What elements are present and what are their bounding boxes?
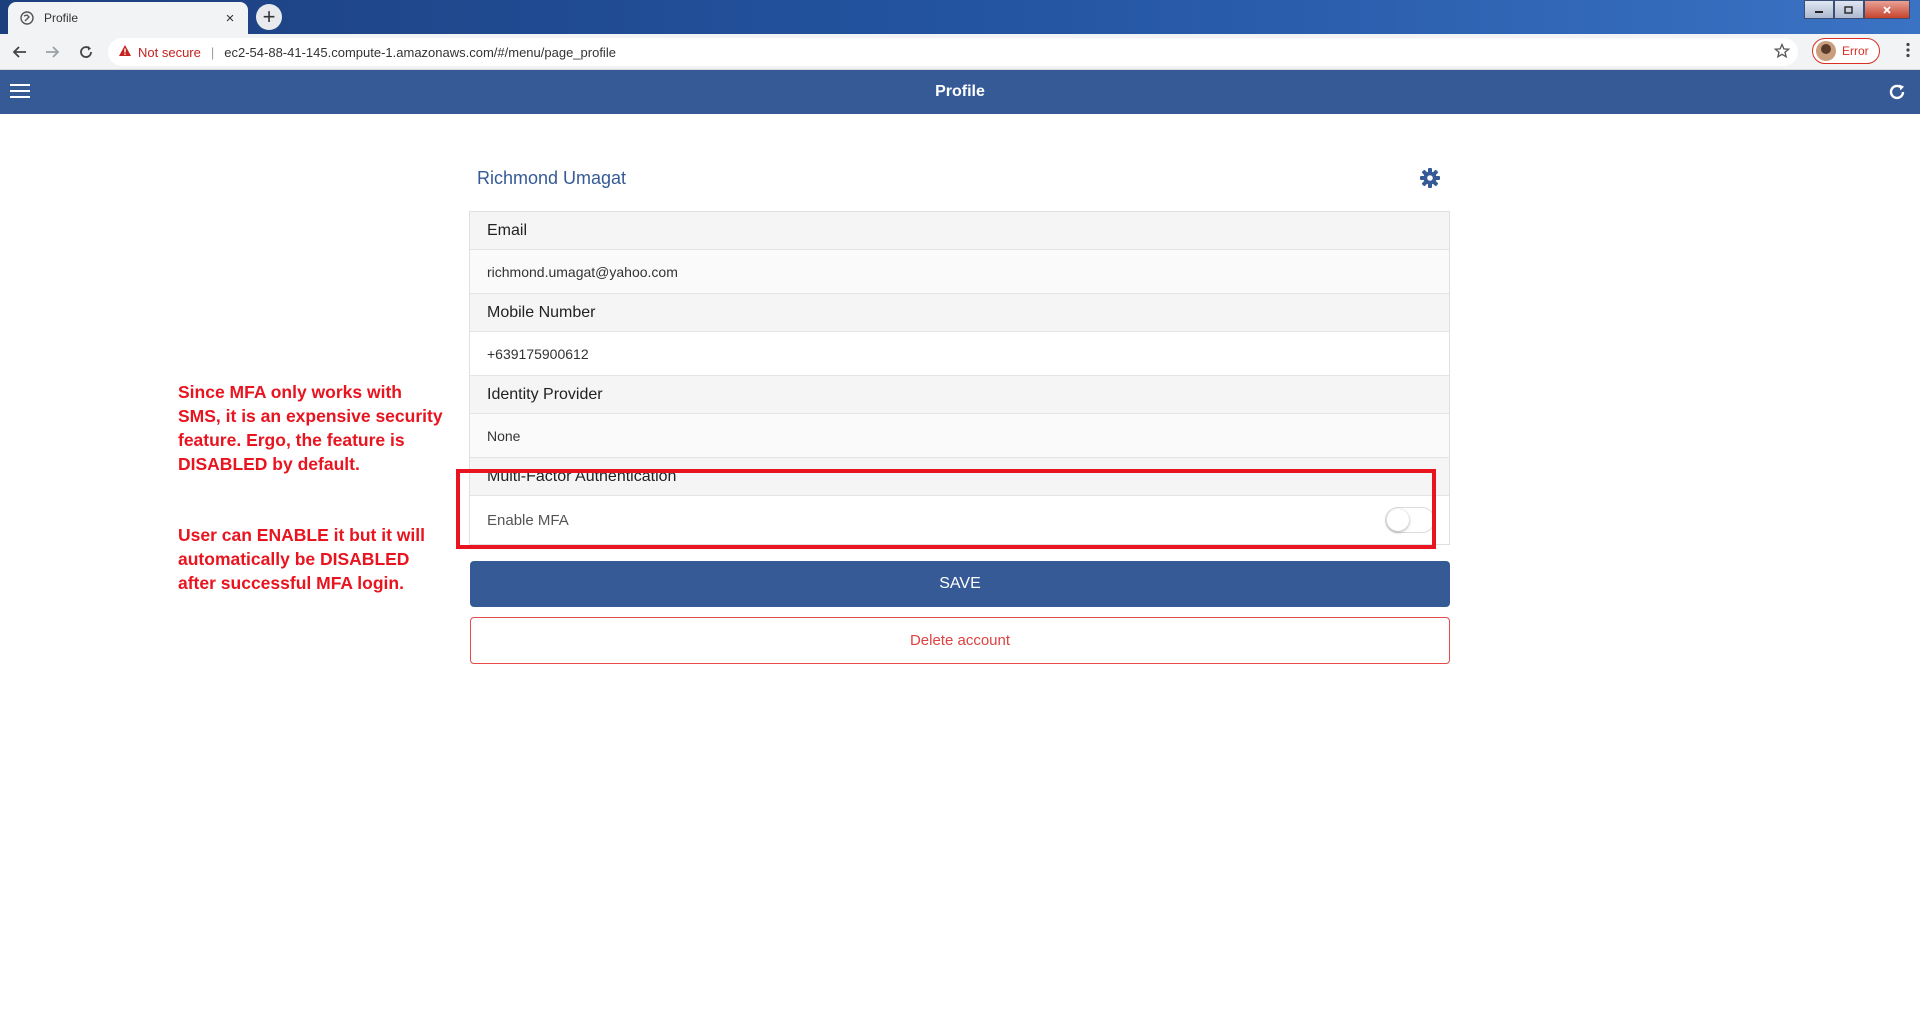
warning-triangle-icon	[118, 44, 132, 60]
globe-icon	[20, 11, 34, 25]
bookmark-star-icon[interactable]	[1773, 42, 1791, 62]
url-separator: |	[210, 44, 215, 60]
more-menu-icon[interactable]	[1906, 42, 1910, 63]
enable-mfa-row: Enable MFA	[470, 496, 1449, 544]
annotation-note-mfa-cost: Since MFA only works with SMS, it is an …	[178, 382, 443, 474]
refresh-icon[interactable]	[1888, 83, 1906, 101]
security-warning-text: Not secure	[138, 44, 201, 60]
identity-provider-value: None	[470, 414, 1449, 458]
browser-titlebar: Profile × +	[0, 0, 1920, 34]
mobile-number-value: +639175900612	[470, 332, 1449, 376]
browser-tab[interactable]: Profile ×	[8, 2, 248, 34]
email-label: Email	[470, 212, 1449, 250]
app-header: Profile	[0, 70, 1920, 114]
enable-mfa-toggle[interactable]	[1385, 507, 1435, 533]
save-button[interactable]: SAVE	[470, 561, 1450, 607]
mfa-section-label: Multi-Factor Authentication	[470, 458, 1449, 496]
profile-error-text: Error	[1842, 44, 1869, 58]
gear-icon[interactable]	[1419, 167, 1441, 189]
profile-form: Email richmond.umagat@yahoo.com Mobile N…	[469, 211, 1450, 545]
toggle-knob	[1387, 509, 1409, 531]
new-tab-button[interactable]: +	[256, 4, 282, 30]
mobile-number-label: Mobile Number	[470, 294, 1449, 332]
tab-title: Profile	[44, 11, 79, 25]
browser-toolbar: Not secure | ec2-54-88-41-145.compute-1.…	[0, 34, 1920, 70]
address-bar[interactable]: Not secure | ec2-54-88-41-145.compute-1.…	[108, 38, 1798, 66]
profile-name: Richmond Umagat	[477, 168, 627, 188]
avatar	[1816, 41, 1836, 61]
email-value: richmond.umagat@yahoo.com	[470, 250, 1449, 294]
window-controls	[1804, 0, 1910, 19]
reload-icon[interactable]	[76, 42, 96, 62]
identity-provider-label: Identity Provider	[470, 376, 1449, 414]
hamburger-menu-icon[interactable]	[10, 84, 30, 100]
back-arrow-icon[interactable]	[10, 42, 30, 62]
page-title: Profile	[935, 83, 985, 100]
annotation-note-mfa-auto-disable: User can ENABLE it but it will automatic…	[178, 525, 425, 593]
close-window-icon[interactable]	[1864, 0, 1910, 19]
url-text[interactable]: ec2-54-88-41-145.compute-1.amazonaws.com…	[224, 45, 616, 60]
tab-close-icon[interactable]: ×	[222, 10, 238, 27]
delete-account-button[interactable]: Delete account	[470, 617, 1450, 664]
forward-arrow-icon[interactable]	[42, 42, 62, 62]
minimize-window-icon[interactable]	[1804, 0, 1834, 19]
enable-mfa-label: Enable MFA	[487, 511, 569, 529]
restore-window-icon[interactable]	[1834, 0, 1864, 19]
profile-error-chip[interactable]: Error	[1812, 38, 1880, 64]
